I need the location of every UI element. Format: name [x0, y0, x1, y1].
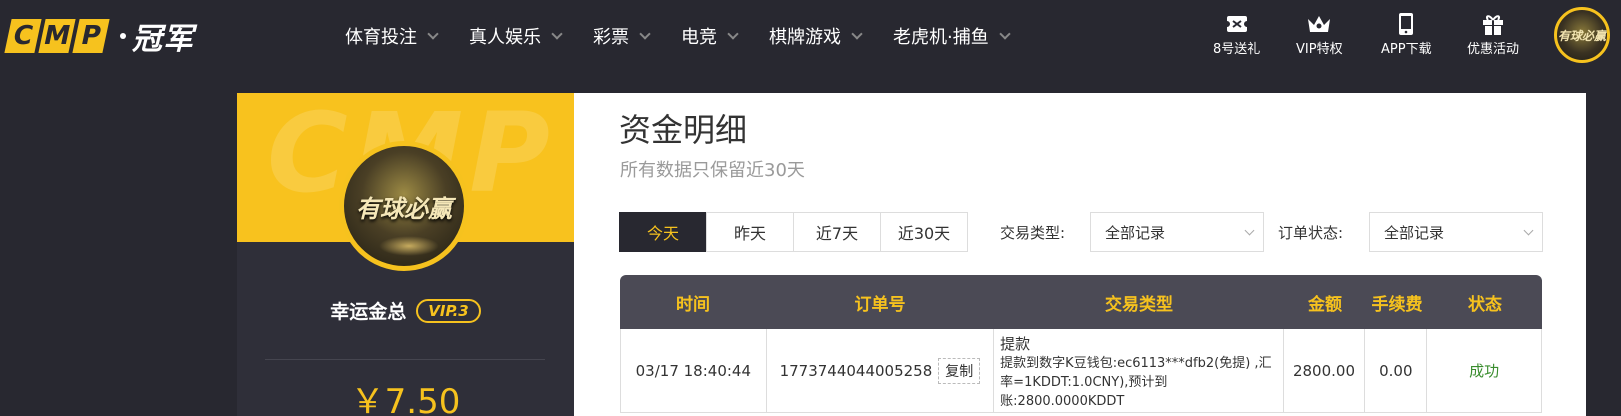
quick-link-promotions[interactable]: 优惠活动 [1467, 10, 1519, 57]
gift-icon [1480, 10, 1506, 38]
page-title: 资金明细 [619, 111, 748, 149]
cell-order-no: 1773744044005258 复制 [767, 329, 995, 412]
quick-link-label: 8号送礼 [1213, 42, 1261, 57]
crown-icon [1306, 10, 1332, 38]
type-main: 提款 [1000, 335, 1031, 353]
col-type: 交易类型 [1105, 294, 1173, 315]
col-fee: 手续费 [1371, 294, 1423, 315]
nav-slots-fishing[interactable]: 老虎机·捕鱼 [893, 20, 1011, 52]
nav-sports[interactable]: 体育投注 [345, 20, 439, 52]
ticket-icon [1224, 10, 1250, 38]
nav-label: 棋牌游戏 [769, 27, 841, 48]
quick-link-vip[interactable]: VIP特权 [1296, 10, 1343, 57]
profile-avatar: 有球必赢 [339, 141, 469, 271]
quick-link-app-download[interactable]: APP下载 [1381, 10, 1432, 57]
tab-last-30-days[interactable]: 近30天 [880, 212, 968, 252]
main-content: 资金明细 所有数据只保留近30天 今天 昨天 近7天 近30天 交易类型: 全部… [574, 93, 1586, 416]
col-time: 时间 [676, 294, 710, 315]
username: 幸运金总 [330, 301, 407, 323]
quick-link-label: 优惠活动 [1467, 42, 1520, 57]
quick-link-label: VIP特权 [1296, 42, 1343, 57]
cell-type: 提款 提款到数字K豆钱包:ec6113***dfb2(免提) ,汇率=1KDDT… [994, 329, 1284, 412]
transactions-table: 时间 订单号 交易类型 金额 手续费 状态 03/17 18:40:44 177… [620, 275, 1542, 413]
top-navbar: C M P 冠军 体育投注 真人娱乐 彩票 电竞 棋牌游戏 老虎机·捕鱼 8号送… [0, 0, 1621, 72]
chevron-down-icon [1523, 225, 1534, 236]
logo-letter-c: C [4, 19, 42, 53]
chevron-down-icon [851, 28, 863, 40]
transaction-type-select[interactable]: 全部记录 [1090, 212, 1264, 252]
profile-sidebar: CMP 有球必赢 [237, 93, 574, 416]
avatar-slogan: 有球必赢 [356, 194, 452, 223]
quick-link-gift-8[interactable]: 8号送礼 [1213, 10, 1260, 57]
cell-time: 03/17 18:40:44 [621, 329, 767, 412]
logo-chinese-text: 冠军 [132, 22, 194, 57]
table-row: 03/17 18:40:44 1773744044005258 复制 提款 提款… [620, 329, 1542, 413]
copy-button[interactable]: 复制 [938, 357, 981, 384]
order-status-label: 订单状态: [1278, 224, 1344, 242]
chevron-down-icon [551, 28, 563, 40]
chevron-down-icon [999, 28, 1011, 40]
order-number: 1773744044005258 [779, 361, 933, 380]
logo-letter-p: P [72, 19, 110, 53]
user-avatar[interactable]: 有球必赢 [1554, 7, 1610, 63]
chevron-down-icon [727, 28, 739, 40]
logo-dot [120, 33, 126, 39]
col-amount: 金额 [1308, 294, 1342, 315]
order-status-select[interactable]: 全部记录 [1369, 212, 1543, 252]
nav-label: 真人娱乐 [469, 27, 541, 48]
vip-badge: VIP.3 [416, 298, 481, 323]
username-row: 幸运金总 VIP.3 [237, 297, 574, 324]
phone-icon [1393, 10, 1419, 38]
transaction-type-label: 交易类型: [1000, 224, 1066, 242]
chevron-down-icon [1244, 225, 1255, 236]
nav-label: 老虎机·捕鱼 [893, 27, 989, 48]
type-detail: 提款到数字K豆钱包:ec6113***dfb2(免提) ,汇率=1KDDT:1.… [1000, 356, 1272, 409]
nav-card-games[interactable]: 棋牌游戏 [769, 20, 863, 52]
table-header: 时间 订单号 交易类型 金额 手续费 状态 [620, 275, 1542, 329]
nav-label: 电竞 [681, 27, 717, 48]
page-subtitle: 所有数据只保留近30天 [620, 160, 805, 181]
tab-today[interactable]: 今天 [619, 212, 707, 252]
cell-amount: 2800.00 [1284, 329, 1366, 412]
col-order-no: 订单号 [854, 294, 906, 315]
nav-label: 彩票 [593, 27, 629, 48]
chevron-down-icon [427, 28, 439, 40]
select-value: 全部记录 [1105, 223, 1166, 242]
tab-yesterday[interactable]: 昨天 [706, 212, 794, 252]
chevron-down-icon [639, 28, 651, 40]
date-range-tabs: 今天 昨天 近7天 近30天 [619, 212, 968, 252]
avatar-slogan: 有球必赢 [1557, 28, 1606, 43]
avatar-glow [379, 236, 439, 256]
profile-divider [265, 359, 545, 360]
col-status: 状态 [1468, 294, 1502, 315]
tab-last-7-days[interactable]: 近7天 [793, 212, 881, 252]
main-nav: 体育投注 真人娱乐 彩票 电竞 棋牌游戏 老虎机·捕鱼 [345, 20, 1041, 52]
nav-esports[interactable]: 电竞 [681, 20, 739, 52]
cell-fee: 0.00 [1365, 329, 1428, 412]
cell-status: 成功 [1469, 362, 1500, 380]
balance-amount: ￥7.50 [350, 382, 461, 416]
nav-lottery[interactable]: 彩票 [593, 20, 651, 52]
nav-label: 体育投注 [345, 27, 417, 48]
logo-letter-m: M [38, 19, 76, 53]
select-value: 全部记录 [1384, 223, 1445, 242]
nav-live-casino[interactable]: 真人娱乐 [469, 20, 563, 52]
quick-link-label: APP下载 [1381, 42, 1432, 57]
cmp-logo[interactable]: C M P 冠军 [4, 16, 194, 57]
